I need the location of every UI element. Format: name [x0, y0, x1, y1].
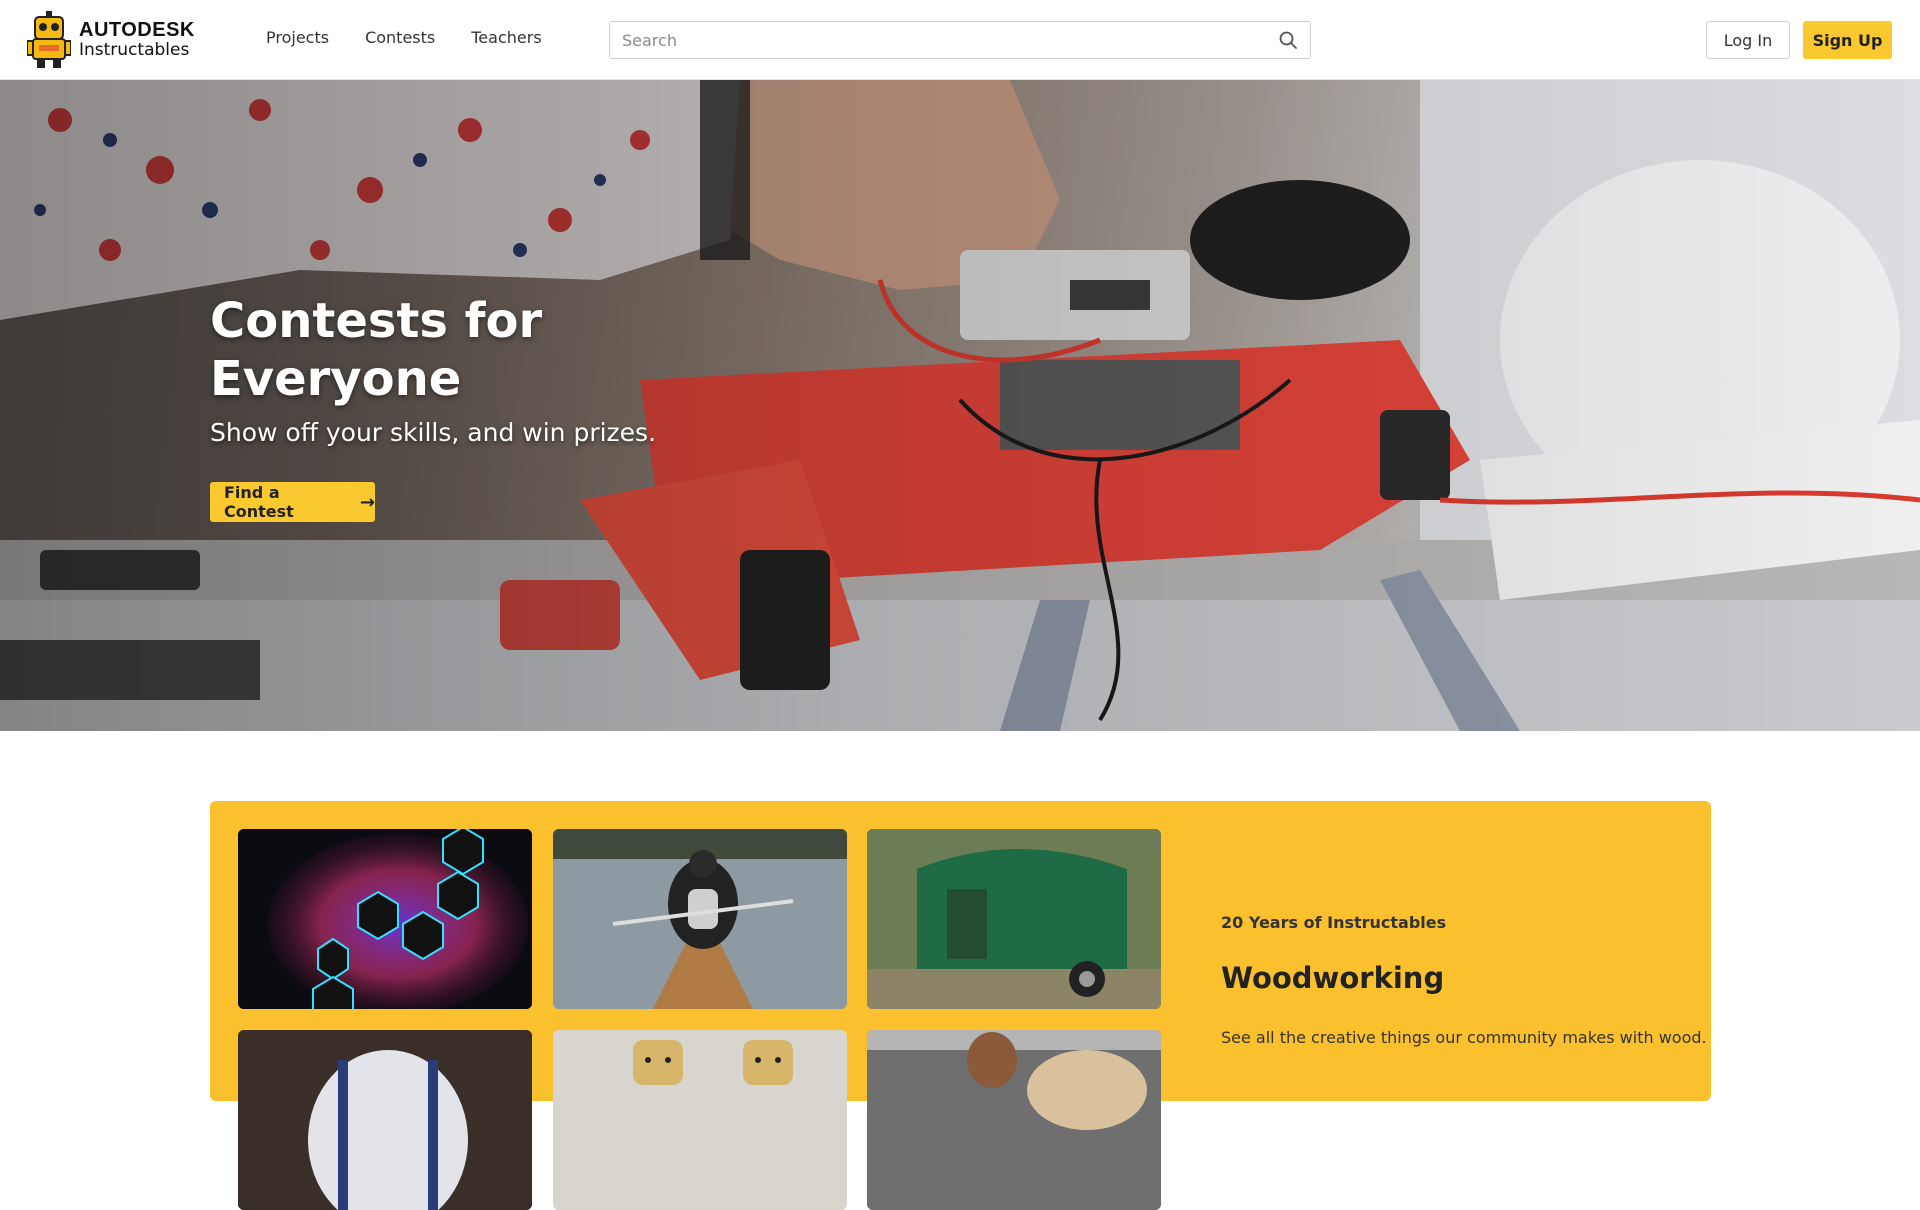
- project-thumb-canoe[interactable]: [553, 829, 847, 1009]
- feature-title[interactable]: Woodworking: [1221, 961, 1444, 995]
- nav-projects[interactable]: Projects: [266, 28, 329, 47]
- nav-contests[interactable]: Contests: [365, 28, 435, 47]
- site-header: AUTODESK Instructables Projects Contests…: [0, 0, 1920, 80]
- feature-description: See all the creative things our communit…: [1221, 1028, 1707, 1047]
- hero-subtitle: Show off your skills, and win prizes.: [210, 418, 657, 447]
- search-input[interactable]: [610, 22, 1260, 58]
- instructables-logo[interactable]: AUTODESK Instructables: [26, 10, 202, 70]
- logo-autodesk-text: AUTODESK: [79, 19, 195, 41]
- robot-logo-icon: [26, 11, 72, 69]
- arrow-right-icon: →: [359, 491, 375, 513]
- feature-kicker: 20 Years of Instructables: [1221, 913, 1447, 932]
- nav-teachers[interactable]: Teachers: [471, 28, 541, 47]
- woodworking-feature: 20 Years of Instructables Woodworking Se…: [210, 801, 1711, 1210]
- hero-banner: Contests for Everyone Show off your skil…: [0, 80, 1920, 731]
- find-contest-label: Find a Contest: [224, 483, 294, 521]
- logo-instructables-text: Instructables: [79, 40, 190, 60]
- project-thumb-woodworker[interactable]: [238, 1030, 532, 1210]
- hero-title: Contests for Everyone: [210, 293, 543, 407]
- project-thumb-hexagon-lights[interactable]: [238, 829, 532, 1009]
- main-nav: Projects Contests Teachers: [266, 28, 578, 47]
- find-contest-button[interactable]: Find a Contest →: [210, 482, 375, 522]
- login-button[interactable]: Log In: [1706, 21, 1790, 59]
- project-thumb-lego-figures[interactable]: [553, 1030, 847, 1210]
- project-thumb-green-wagon[interactable]: [867, 829, 1161, 1009]
- search-bar: [609, 21, 1311, 59]
- signup-button[interactable]: Sign Up: [1803, 21, 1892, 59]
- search-icon[interactable]: [1278, 30, 1298, 50]
- project-thumb-woman-wood[interactable]: [867, 1030, 1161, 1210]
